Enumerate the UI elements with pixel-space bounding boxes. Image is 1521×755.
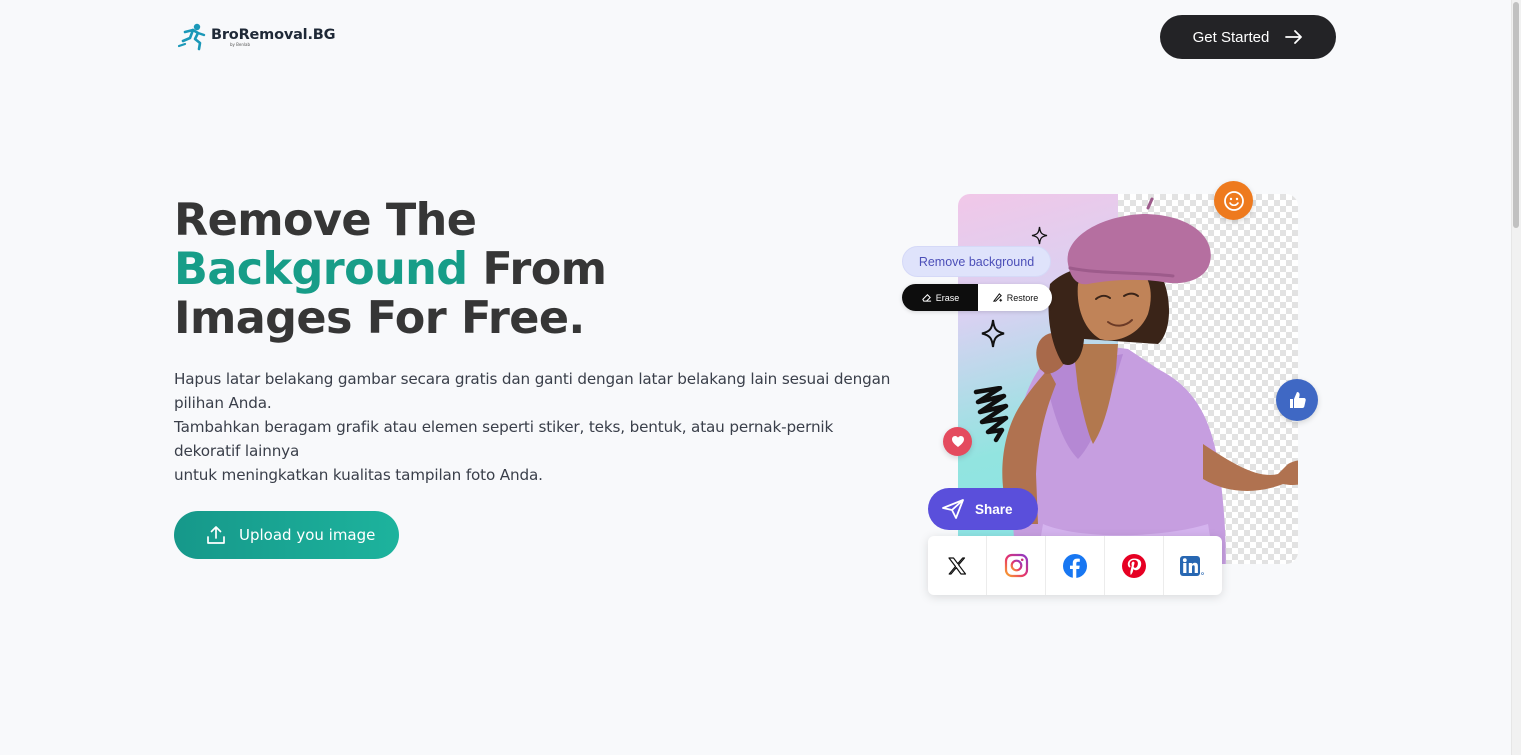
restore-label: Restore: [1006, 292, 1039, 303]
smile-badge: [1214, 181, 1253, 220]
page-scrollbar[interactable]: [1511, 0, 1521, 755]
restore-brush-icon: [992, 293, 1002, 302]
hero-description: Hapus latar belakang gambar secara grati…: [174, 367, 904, 487]
hero-title-line2-rest: From: [467, 244, 607, 295]
hero-title: Remove The Background From Images For Fr…: [174, 195, 607, 344]
logo-subtext: by Benlab: [230, 42, 251, 47]
upload-image-label: Upload you image: [239, 526, 376, 544]
logo-text: BroRemoval.BG: [211, 27, 336, 43]
restore-button[interactable]: Restore: [978, 284, 1052, 311]
eraser-icon: [921, 294, 931, 302]
thumbs-up-icon: [1290, 392, 1306, 408]
share-instagram[interactable]: [987, 536, 1046, 595]
linkedin-icon: [1180, 555, 1204, 576]
share-pinterest[interactable]: [1105, 536, 1164, 595]
hero-title-line1: Remove The: [174, 195, 477, 246]
send-icon: [942, 499, 964, 519]
get-started-button[interactable]: Get Started: [1160, 15, 1336, 59]
share-x[interactable]: [928, 536, 987, 595]
like-badge: [1276, 379, 1318, 421]
remove-background-button[interactable]: Remove background: [902, 246, 1051, 277]
sparkle-small-icon: [1031, 226, 1048, 245]
sparkle-large-icon: [981, 319, 1005, 348]
x-icon: [948, 556, 967, 575]
scribble-decoration-icon: [973, 386, 1009, 443]
pinterest-icon: [1122, 553, 1146, 578]
instagram-icon: [1004, 553, 1028, 578]
logo-runner-icon: [177, 23, 206, 51]
hero-title-line3: Images For Free.: [174, 293, 585, 344]
heart-badge: [943, 427, 972, 456]
hero-description-line2: Tambahkan beragam grafik atau elemen sep…: [174, 418, 834, 460]
erase-restore-toggle: Erase Restore: [902, 284, 1052, 311]
erase-button[interactable]: Erase: [902, 284, 978, 311]
upload-icon: [207, 526, 225, 544]
arrow-right-icon: [1285, 30, 1303, 44]
facebook-icon: [1063, 553, 1087, 578]
hero-title-accent: Background: [174, 244, 468, 295]
hero-description-line3: untuk meningkatkan kualitas tampilan fot…: [174, 466, 543, 484]
upload-image-button[interactable]: Upload you image: [174, 511, 399, 559]
share-linkedin[interactable]: [1164, 536, 1222, 595]
heart-icon: [951, 436, 964, 447]
share-label: Share: [975, 501, 1013, 517]
hero-description-line1: Hapus latar belakang gambar secara grati…: [174, 370, 891, 412]
smile-icon: [1223, 190, 1244, 211]
erase-label: Erase: [935, 292, 960, 303]
get-started-label: Get Started: [1192, 28, 1270, 46]
share-button[interactable]: Share: [928, 488, 1038, 530]
logo[interactable]: BroRemoval.BG by Benlab: [176, 22, 336, 52]
share-facebook[interactable]: [1046, 536, 1105, 595]
page-scrollbar-thumb[interactable]: [1513, 2, 1519, 228]
social-share-bar: [928, 536, 1222, 595]
